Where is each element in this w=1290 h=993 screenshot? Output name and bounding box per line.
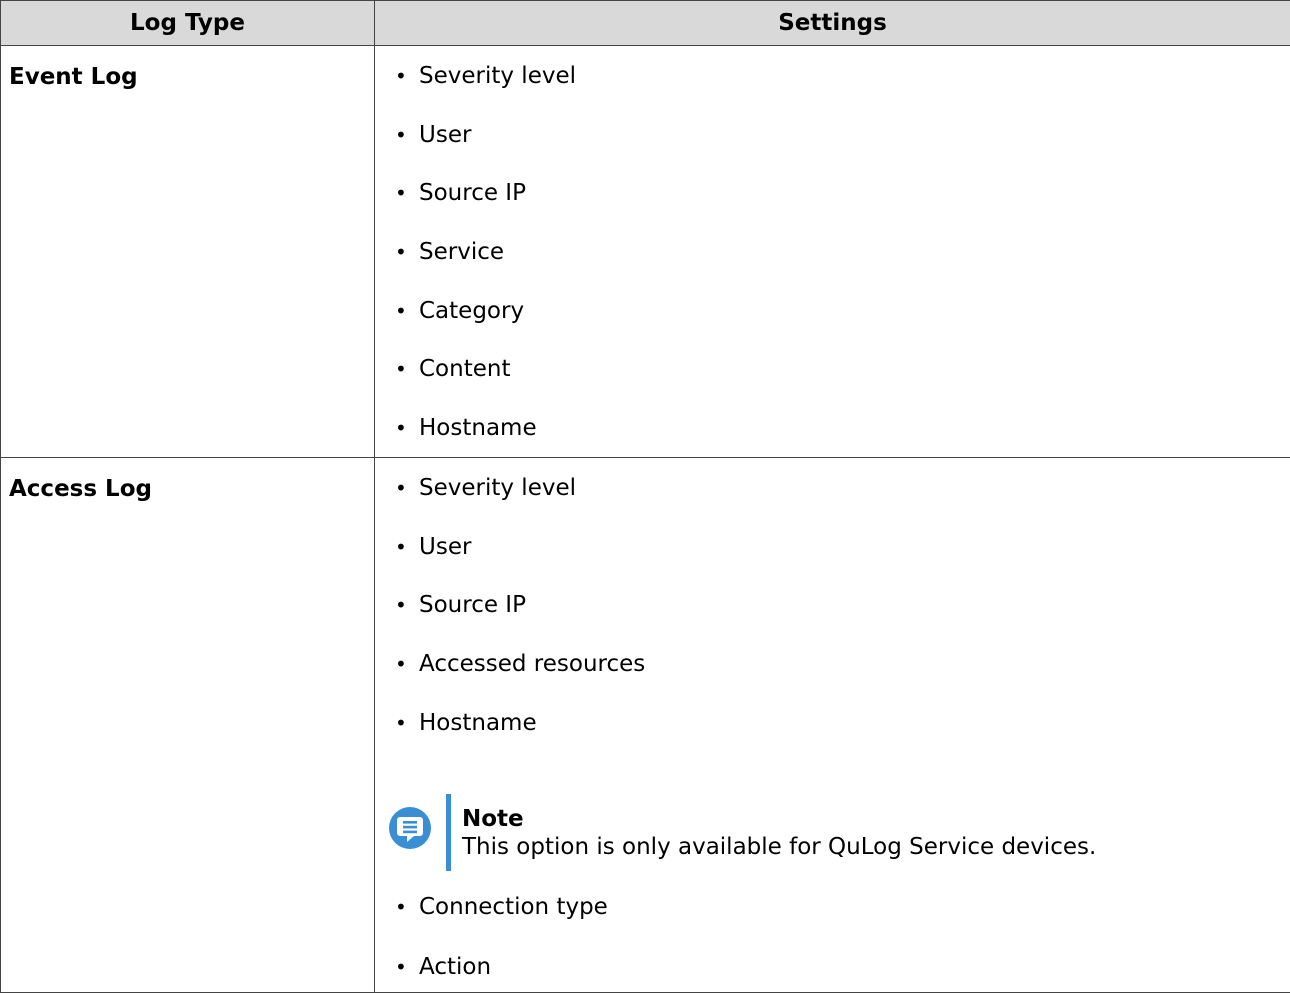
list-item: •Service bbox=[395, 222, 1290, 281]
bullet-dot: • bbox=[395, 178, 419, 208]
bullet-dot: • bbox=[395, 708, 419, 738]
note-icon bbox=[389, 807, 431, 849]
list-item: •Content bbox=[395, 339, 1290, 398]
setting-label: Source IP bbox=[419, 590, 526, 620]
log-type-cell: Event Log bbox=[1, 46, 375, 458]
setting-label: Connection type bbox=[419, 892, 608, 922]
bullet-dot: • bbox=[395, 532, 419, 562]
bullet-dot: • bbox=[395, 649, 419, 679]
bullet-dot: • bbox=[395, 413, 419, 443]
list-item: •User bbox=[395, 517, 1290, 576]
list-item: •Hostname bbox=[395, 398, 1290, 457]
list-item: •Hostname bbox=[395, 693, 1290, 751]
list-item: •User bbox=[395, 105, 1290, 164]
bullet-dot: • bbox=[395, 473, 419, 503]
setting-label: User bbox=[419, 120, 471, 150]
bullet-dot: • bbox=[395, 892, 419, 922]
bullet-dot: • bbox=[395, 952, 419, 982]
setting-label: Source IP bbox=[419, 178, 526, 208]
log-type-label: Event Log bbox=[9, 62, 374, 92]
bullet-dot: • bbox=[395, 120, 419, 150]
list-item: •Source IP bbox=[395, 163, 1290, 222]
header-log-type: Log Type bbox=[1, 1, 375, 46]
list-item: •Action bbox=[395, 932, 1290, 992]
setting-label: Service bbox=[419, 237, 504, 267]
table-row-event-log: Event Log •Severity level •User •Source … bbox=[1, 46, 1290, 458]
note-accent-bar bbox=[446, 794, 451, 871]
header-row: Log Type Settings bbox=[1, 1, 1290, 46]
setting-label: Category bbox=[419, 296, 524, 326]
table-row-access-log: Access Log •Severity level •User •Source… bbox=[1, 457, 1290, 992]
settings-cell: •Severity level •User •Source IP •Servic… bbox=[375, 46, 1290, 458]
setting-label: Hostname bbox=[419, 413, 537, 443]
list-item: •Severity level bbox=[395, 458, 1290, 517]
bullet-dot: • bbox=[395, 354, 419, 384]
bullet-dot: • bbox=[395, 296, 419, 326]
list-item: •Severity level bbox=[395, 46, 1290, 105]
setting-label: User bbox=[419, 532, 471, 562]
bullet-dot: • bbox=[395, 590, 419, 620]
log-type-label: Access Log bbox=[9, 474, 374, 504]
note-box: Note This option is only available for Q… bbox=[395, 751, 1290, 868]
setting-label: Severity level bbox=[419, 473, 576, 503]
list-item: •Category bbox=[395, 281, 1290, 340]
list-item: •Source IP bbox=[395, 575, 1290, 634]
log-type-cell: Access Log bbox=[1, 457, 375, 992]
setting-label: Severity level bbox=[419, 61, 576, 91]
header-settings: Settings bbox=[375, 1, 1290, 46]
note-text: This option is only available for QuLog … bbox=[462, 833, 1096, 861]
log-settings-table: Log Type Settings Event Log •Severity le… bbox=[0, 0, 1290, 993]
setting-label: Hostname bbox=[419, 708, 537, 738]
setting-label: Action bbox=[419, 952, 491, 982]
list-item: •Accessed resources bbox=[395, 634, 1290, 693]
note-title: Note bbox=[462, 805, 524, 833]
setting-label: Content bbox=[419, 354, 510, 384]
bullet-dot: • bbox=[395, 61, 419, 91]
bullet-dot: • bbox=[395, 237, 419, 267]
setting-label: Accessed resources bbox=[419, 649, 645, 679]
list-item: •Connection type bbox=[395, 868, 1290, 932]
settings-cell: •Severity level •User •Source IP •Access… bbox=[375, 457, 1290, 992]
